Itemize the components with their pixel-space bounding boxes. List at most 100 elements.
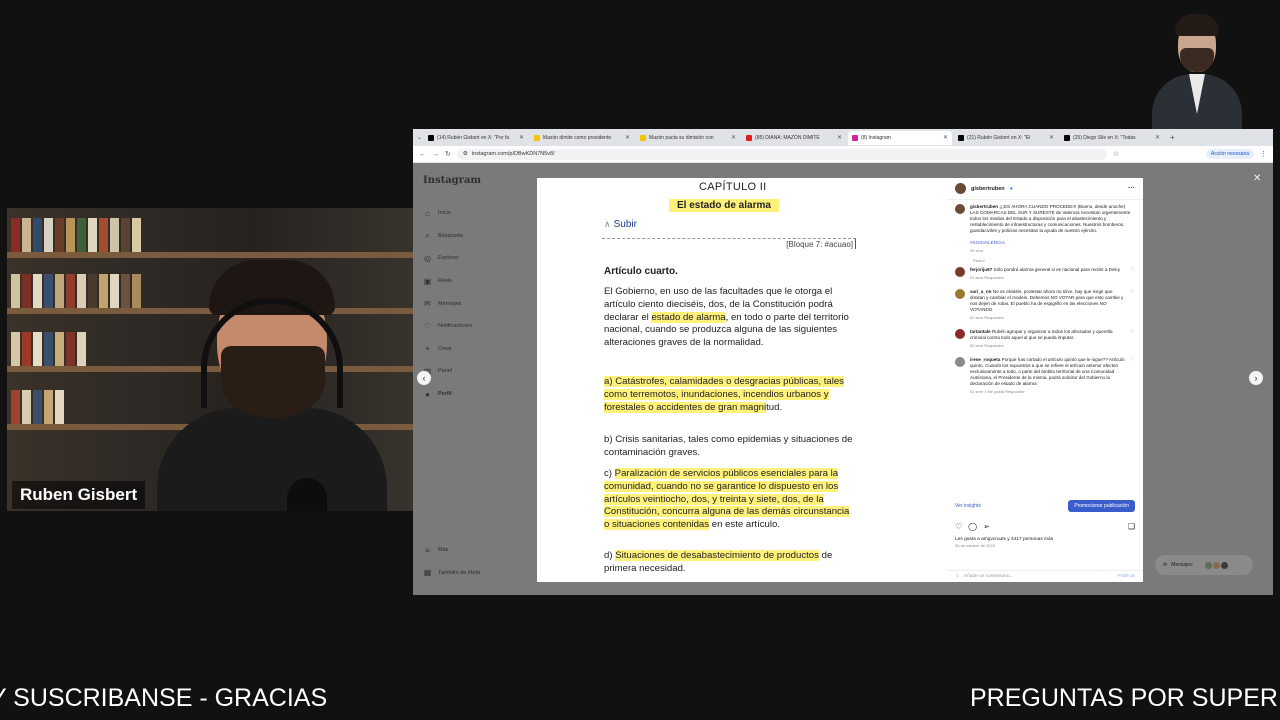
shelf: [7, 252, 413, 258]
doc-chapter: CAPÍTULO II: [699, 181, 767, 193]
doc-item-a: a) Catástrofes, calamidades o desgracias…: [604, 376, 844, 413]
close-tab-icon[interactable]: ✕: [943, 134, 948, 141]
nav-perfil[interactable]: ● Perfil: [423, 383, 527, 406]
more-options-icon[interactable]: ···: [1128, 185, 1135, 192]
hashtag-link[interactable]: #SOSVALENCIA: [970, 240, 1005, 245]
x-favicon-icon: [958, 134, 965, 141]
avatar[interactable]: [955, 289, 965, 299]
avatar[interactable]: [955, 267, 965, 277]
doc-title: El estado de alarma: [669, 199, 779, 212]
post-footer: Ver insights Promocionar publicación ♡ ◯…: [947, 500, 1143, 548]
tab-instagram[interactable]: (8) Instagram ✕: [848, 130, 953, 145]
plus-icon: +: [425, 344, 430, 354]
view-insights-link[interactable]: Ver insights: [955, 503, 981, 509]
ticker-text-left: Y SUSCRIBANSE - GRACIAS: [0, 684, 328, 712]
heart-icon: ♡: [423, 321, 432, 331]
menu-icon: ≡: [425, 545, 430, 555]
like-comment-heart-icon[interactable]: ♡: [1131, 357, 1135, 395]
x-favicon-icon: [428, 134, 435, 141]
tab[interactable]: (85) DIANA: MAZÓN DIMITE ✕: [742, 131, 846, 145]
avatar-stack: [1204, 561, 1228, 569]
close-tab-icon[interactable]: ✕: [1049, 134, 1054, 141]
like-comment-heart-icon[interactable]: ♡: [1131, 289, 1135, 321]
add-comment-field[interactable]: ☺ Añade un comentario... Publicar: [947, 570, 1143, 579]
bookshelf-row: [7, 218, 413, 252]
nav-busqueda[interactable]: ⌕ Búsqueda: [423, 225, 527, 248]
avatar[interactable]: [955, 204, 965, 214]
like-heart-icon[interactable]: ♡: [955, 522, 962, 531]
x-favicon-icon: [1064, 134, 1071, 141]
site-info-icon[interactable]: ⚙: [463, 151, 468, 157]
account-action-button[interactable]: Acción necesaria: [1205, 149, 1254, 159]
nav-crear[interactable]: + Crear: [423, 338, 527, 361]
url-field[interactable]: ⚙ instagram.com/p/DBwKDN7N5v8/: [456, 148, 1107, 160]
nav-notificaciones[interactable]: ♡ Notificaciones: [423, 315, 527, 338]
tab[interactable]: (14) Rubén Gisbert en X: "Por fa ✕: [424, 131, 528, 145]
new-tab-icon[interactable]: +: [1166, 133, 1179, 142]
instagram-page: Instagram ⌂ Inicio ⌕ Búsqueda ◎ Explorar ▣ R…: [413, 163, 1273, 595]
meta-icon: ▦: [423, 568, 432, 578]
back-icon[interactable]: ←: [419, 151, 426, 158]
publish-button[interactable]: Publicar: [1118, 574, 1135, 579]
presenter-video: [7, 208, 413, 511]
nav-meta[interactable]: ▦ También de Meta: [423, 562, 480, 585]
doc-subir-link: ∧ Subir: [604, 219, 637, 230]
nav-mensajes[interactable]: ✉ Mensajes: [423, 292, 527, 315]
instagram-logo[interactable]: Instagram: [423, 175, 527, 186]
close-tab-icon[interactable]: ✕: [1155, 134, 1160, 141]
close-modal-icon[interactable]: ✕: [1253, 173, 1261, 184]
close-tab-icon[interactable]: ✕: [731, 134, 736, 141]
likes-count[interactable]: Les gusta a amgvcruuts y 4417 personas m…: [955, 537, 1135, 542]
youtube-favicon-icon: [746, 134, 753, 141]
instagram-sidebar: Instagram ⌂ Inicio ⌕ Búsqueda ◎ Explorar ▣ R…: [413, 163, 537, 595]
reels-icon: ▣: [423, 276, 432, 286]
doc-item-d: d) Situaciones de desabastecimiento de p…: [604, 550, 833, 574]
nav-inicio[interactable]: ⌂ Inicio: [423, 202, 527, 225]
nav-reels[interactable]: ▣ Reels: [423, 270, 527, 293]
close-tab-icon[interactable]: ✕: [625, 134, 630, 141]
close-tab-icon[interactable]: ✕: [519, 134, 524, 141]
search-icon: ⌕: [425, 230, 430, 240]
tab[interactable]: (25) Diego Sile en X: "Todas ✕: [1060, 131, 1164, 145]
avatar[interactable]: [955, 329, 965, 339]
tab[interactable]: (21) Rubén Gisbert en X: "El ✕: [954, 131, 1058, 145]
messages-pill[interactable]: ✉ Mensajes: [1155, 555, 1253, 575]
doc-article-title: Artículo cuarto.: [604, 266, 678, 277]
presenter-name: Ruben Gisbert: [12, 481, 146, 509]
nav-panel[interactable]: ▥Panel: [423, 360, 527, 383]
ticker-bar: Y SUSCRIBANSE - GRACIAS PREGUNTAS POR SU…: [0, 680, 1280, 720]
menu-dots-icon[interactable]: ⋮: [1260, 150, 1267, 158]
post-image-document: CAPÍTULO II El estado de alarma ∧ Subir […: [537, 178, 947, 582]
corner-avatar: [1148, 14, 1244, 132]
emoji-icon[interactable]: ☺: [955, 574, 960, 579]
promote-button[interactable]: Promocionar publicación: [1068, 500, 1135, 512]
share-icon[interactable]: ➢: [983, 522, 990, 531]
save-bookmark-icon[interactable]: ❏: [1128, 522, 1135, 531]
bookmark-star-icon[interactable]: ☆: [1113, 150, 1119, 158]
avatar[interactable]: [955, 357, 965, 367]
forward-icon[interactable]: →: [432, 151, 439, 158]
nav-explorar[interactable]: ◎ Explorar: [423, 247, 527, 270]
profile-icon: ●: [425, 389, 430, 399]
previous-post-arrow-icon[interactable]: ‹: [417, 371, 431, 385]
tab[interactable]: Mazón dimite como presidente ✕: [530, 131, 634, 145]
close-tab-icon[interactable]: ✕: [837, 134, 842, 141]
tab-search-icon[interactable]: ⌄: [417, 134, 422, 141]
tab[interactable]: Mazón pacta su dimisión con ✕: [636, 131, 740, 145]
tab-bar: ⌄ (14) Rubén Gisbert en X: "Por fa ✕ Mazó…: [413, 129, 1273, 146]
presenter-figure: [157, 260, 387, 511]
comment: tartantale Rubén agrupar y organizar a t…: [947, 325, 1143, 353]
reload-icon[interactable]: ↻: [445, 150, 451, 158]
instagram-favicon-icon: [852, 134, 859, 141]
verified-icon: ●: [1009, 185, 1013, 192]
post-header: gisbertruben ● ···: [947, 178, 1143, 200]
like-comment-heart-icon[interactable]: ♡: [1131, 267, 1135, 281]
news-favicon-icon: [534, 134, 541, 141]
like-comment-heart-icon[interactable]: ♡: [1131, 329, 1135, 349]
doc-bloque: [Bloque 7: #acuao]: [602, 238, 856, 249]
avatar[interactable]: [955, 183, 966, 194]
next-post-arrow-icon[interactable]: ›: [1249, 371, 1263, 385]
nav-mas[interactable]: ≡ Más: [423, 539, 480, 562]
comment-icon[interactable]: ◯: [968, 522, 977, 531]
post-panel: gisbertruben ● ··· gisbertruben ¡¡¡ES AH…: [947, 178, 1143, 582]
